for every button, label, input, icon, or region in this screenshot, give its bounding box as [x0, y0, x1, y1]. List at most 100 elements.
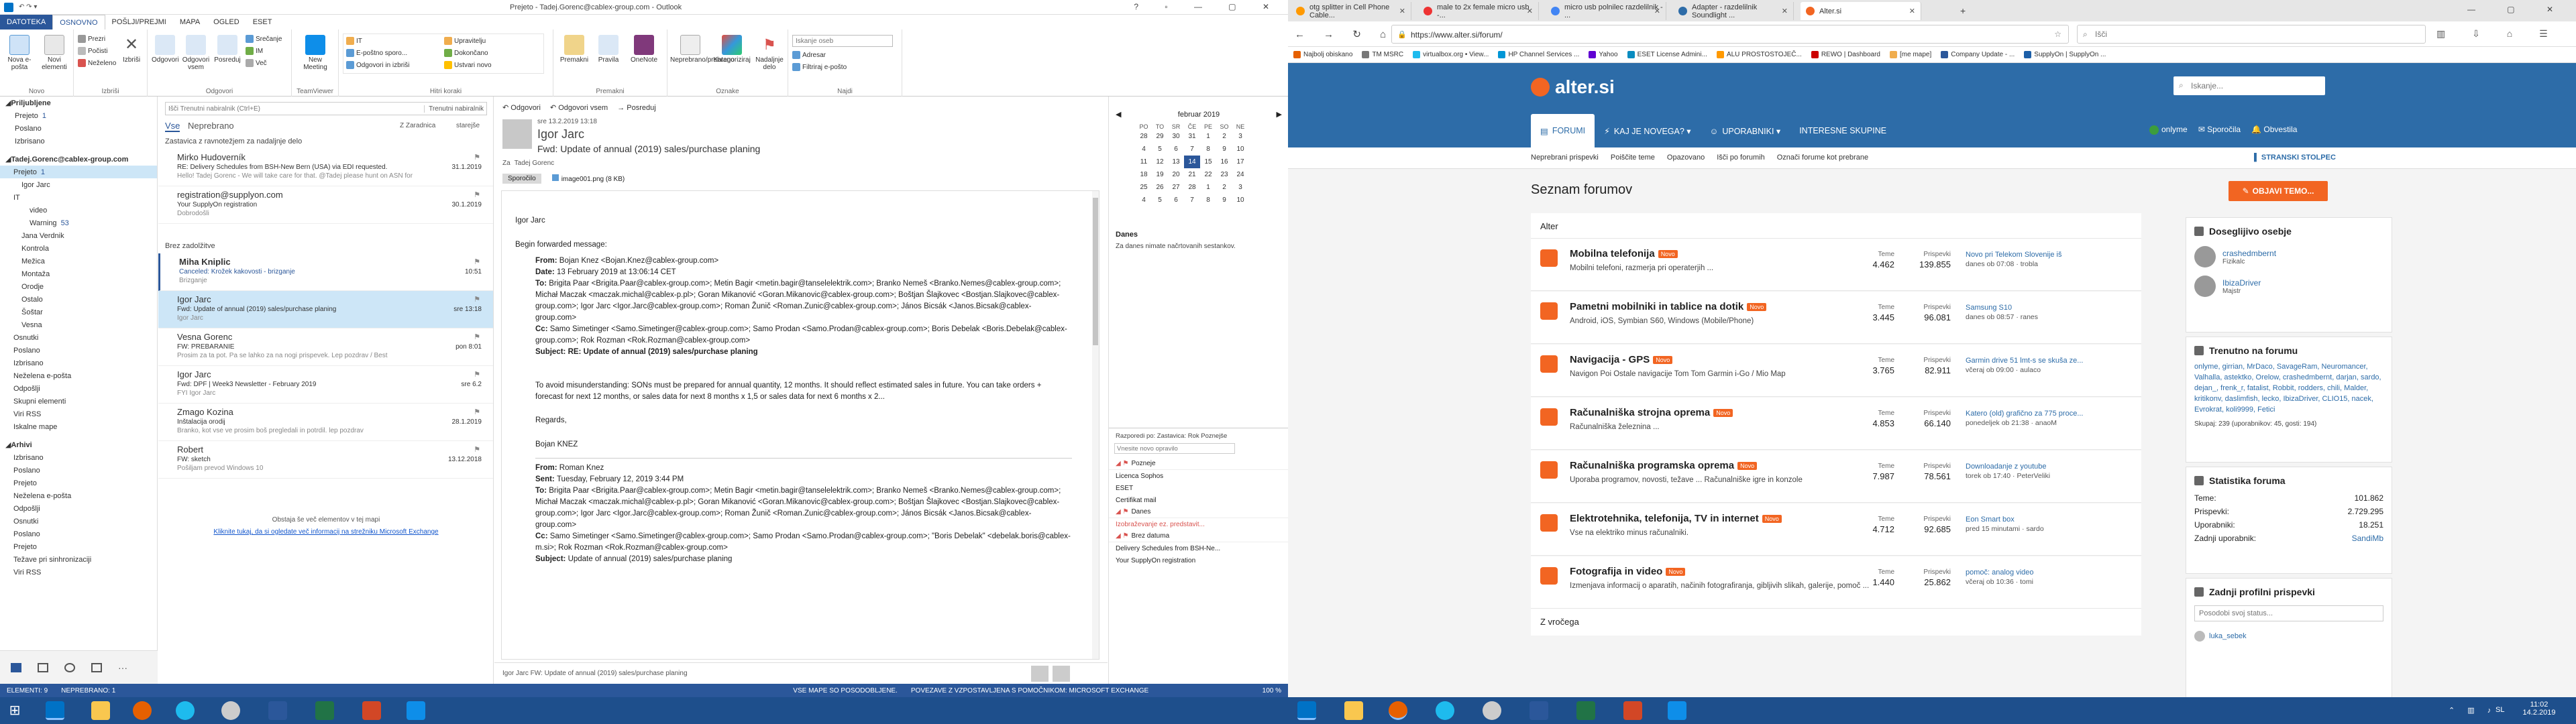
calendar-day[interactable]: 24 — [1232, 168, 1248, 181]
browser-search-input[interactable] — [2095, 28, 2417, 40]
browser-tab[interactable]: otg splitter in Cell Phone Cable... ✕ — [1291, 2, 1411, 20]
tasks-icon[interactable] — [91, 662, 102, 672]
calendar-day[interactable]: 2 — [1216, 130, 1232, 143]
reading-forward-button[interactable]: → Posreduj — [617, 104, 655, 112]
calendar-day[interactable]: 6 — [1168, 143, 1184, 156]
calendar-day[interactable]: 2 — [1216, 181, 1232, 194]
mail-folder[interactable]: Igor Jarc — [0, 178, 157, 191]
mail-folder[interactable]: Prejeto 1 — [0, 166, 157, 178]
flag-icon[interactable]: ⚑ — [474, 445, 480, 454]
mail-folder[interactable]: Šoštar — [0, 306, 157, 318]
start-button-icon[interactable]: ⊞ — [5, 701, 24, 720]
quick-step-email[interactable]: E-poštno sporo... — [346, 49, 407, 57]
favorite-folder[interactable]: Izbrisano — [0, 135, 157, 147]
mail-folder[interactable]: Osnutki — [0, 331, 157, 344]
calendar-day[interactable]: 28 — [1184, 181, 1200, 194]
categorize-button[interactable]: Kategoriziraj — [712, 35, 752, 64]
calendar-day[interactable]: 5 — [1152, 143, 1168, 156]
reading-reply-button[interactable]: ↶ Odgovori — [502, 103, 541, 112]
forum-row[interactable]: Mobilna telefonija Novo Mobilni telefoni, … — [1531, 239, 2141, 291]
task-group-header[interactable]: ◢ ⚑ Brez datuma — [1109, 530, 1289, 542]
calendar-day[interactable]: 14 — [1184, 156, 1200, 168]
message-item[interactable]: Igor Jarc Fwd: DPF | Week3 Newsletter - F… — [158, 366, 493, 404]
mail-folder[interactable]: video — [0, 204, 157, 217]
flag-icon[interactable]: ⚑ — [474, 153, 480, 162]
bookmark-item[interactable]: Najbolj obiskano — [1293, 51, 1352, 58]
calendar-icon[interactable] — [38, 662, 48, 672]
favorite-folder[interactable]: Poslano — [0, 122, 157, 135]
group-header-pinned[interactable]: Zastavica z ravnotežjem za nadaljnje del… — [158, 135, 493, 147]
forum-last-post[interactable]: pomoč: analog video včeraj ob 10:36 · tom… — [1966, 568, 2133, 586]
user-alerts[interactable]: 🔔 Obvestila — [2251, 125, 2297, 134]
back-forward-reload-icons[interactable]: ← → ↻ ⌂ — [1295, 28, 1394, 40]
forum-title[interactable]: Mobilna telefonija — [1570, 248, 1655, 259]
calendar-day[interactable]: 19 — [1152, 168, 1168, 181]
reading-reply-all-button[interactable]: ↶ Odgovori vsem — [550, 103, 608, 112]
meeting-button[interactable]: Srečanje — [246, 35, 282, 43]
site-search-input[interactable] — [2191, 80, 2318, 92]
attachment-message[interactable]: Sporočilo — [502, 174, 541, 184]
calendar-day[interactable]: 1 — [1200, 181, 1216, 194]
forum-last-post[interactable]: Katero (old) grafično za 775 proce... pon… — [1966, 410, 2133, 427]
archive-folder[interactable]: Poslano — [0, 528, 157, 540]
tab-close-icon[interactable]: ✕ — [1654, 7, 1660, 15]
user-online[interactable]: onlyme — [2149, 125, 2188, 135]
taskbar-outlook-icon[interactable] — [46, 701, 64, 720]
new-email-button[interactable]: Nova e-pošta — [4, 35, 35, 71]
last-profile-user[interactable]: luka_sebek — [2186, 624, 2392, 648]
calendar-day[interactable]: 7 — [1184, 143, 1200, 156]
calendar-day[interactable]: 8 — [1200, 143, 1216, 156]
calendar-day[interactable]: 21 — [1184, 168, 1200, 181]
status-update-input[interactable] — [2194, 605, 2383, 621]
taskbar-explorer-icon[interactable] — [91, 701, 110, 720]
archive-folder[interactable]: Odpošlji — [0, 502, 157, 515]
site-logo[interactable]: alter.si — [1555, 76, 1615, 98]
calendar-day[interactable]: 9 — [1216, 143, 1232, 156]
calendar-day[interactable]: 25 — [1136, 181, 1152, 194]
calendar-day[interactable]: 10 — [1232, 143, 1248, 156]
move-button[interactable]: Premakni — [557, 35, 591, 64]
tab-view[interactable]: OGLED — [207, 15, 246, 29]
bookmark-item[interactable]: Yahoo — [1589, 51, 1618, 58]
tab-folder[interactable]: MAPA — [173, 15, 207, 29]
calendar-day[interactable]: 27 — [1168, 181, 1184, 194]
mail-folder[interactable]: Odpošlji — [0, 382, 157, 395]
url-bar[interactable]: 🔒 https://www.alter.si/forum/ ☆ — [1391, 25, 2069, 44]
taskbar2-explorer-icon[interactable] — [1344, 701, 1363, 720]
flag-icon[interactable]: ⚑ — [474, 295, 480, 304]
favorites-header[interactable]: ◢ Priljubljene — [0, 97, 157, 109]
cleanup-button[interactable]: Počisti — [78, 47, 107, 55]
tab-eset[interactable]: ESET — [246, 15, 279, 29]
message-item[interactable]: registration@supplyon.com Your SupplyOn r… — [158, 186, 493, 224]
search-scope-dropdown[interactable]: Trenutni nabiralnik — [424, 105, 486, 113]
unread-read-button[interactable]: Neprebrano/prebrano — [670, 35, 735, 64]
next-month-icon[interactable]: ▶ — [1277, 110, 1282, 119]
nav-whats-new[interactable]: ⚡ KAJ JE NOVEGA? ▾ — [1595, 126, 1700, 136]
taskbar2-word-icon[interactable] — [1529, 701, 1548, 720]
calendar-day[interactable]: 7 — [1184, 194, 1200, 206]
mail-folder[interactable]: Montaža — [0, 267, 157, 280]
reply-all-button[interactable]: Odgovori vsem — [180, 35, 212, 71]
calendar-day[interactable]: 1 — [1200, 130, 1216, 143]
task-item[interactable]: ESET — [1109, 482, 1289, 494]
archive-folder[interactable]: Prejeto — [0, 477, 157, 489]
mail-icon[interactable] — [11, 662, 21, 672]
message-item[interactable]: Igor Jarc Fwd: Update of annual (2019) sa… — [158, 291, 493, 328]
calendar-day[interactable]: 3 — [1232, 130, 1248, 143]
mail-folder[interactable]: Mežica — [0, 255, 157, 267]
calendar-day[interactable]: 30 — [1168, 130, 1184, 143]
new-topic-button[interactable]: ✎ OBJAVI TEMO... — [2229, 181, 2328, 201]
mail-folder[interactable]: Poslano — [0, 344, 157, 357]
calendar-day[interactable]: 9 — [1216, 194, 1232, 206]
mail-folder[interactable]: Warning 53 — [0, 217, 157, 229]
rules-button[interactable]: Pravila — [592, 35, 625, 64]
taskbar2-teamviewer-icon[interactable] — [1668, 701, 1686, 720]
forum-row[interactable]: Fotografija in video Novo Izmenjava inform… — [1531, 556, 2141, 609]
archive-folder[interactable]: Osnutki — [0, 515, 157, 528]
onenote-button[interactable]: OneNote — [626, 35, 662, 64]
mail-folder[interactable]: Izbrisano — [0, 357, 157, 369]
user-messages[interactable]: ✉ Sporočila — [2198, 125, 2241, 134]
calendar-day[interactable]: 28 — [1136, 130, 1152, 143]
people-icon[interactable] — [64, 662, 75, 672]
mail-search-input[interactable] — [166, 103, 425, 115]
